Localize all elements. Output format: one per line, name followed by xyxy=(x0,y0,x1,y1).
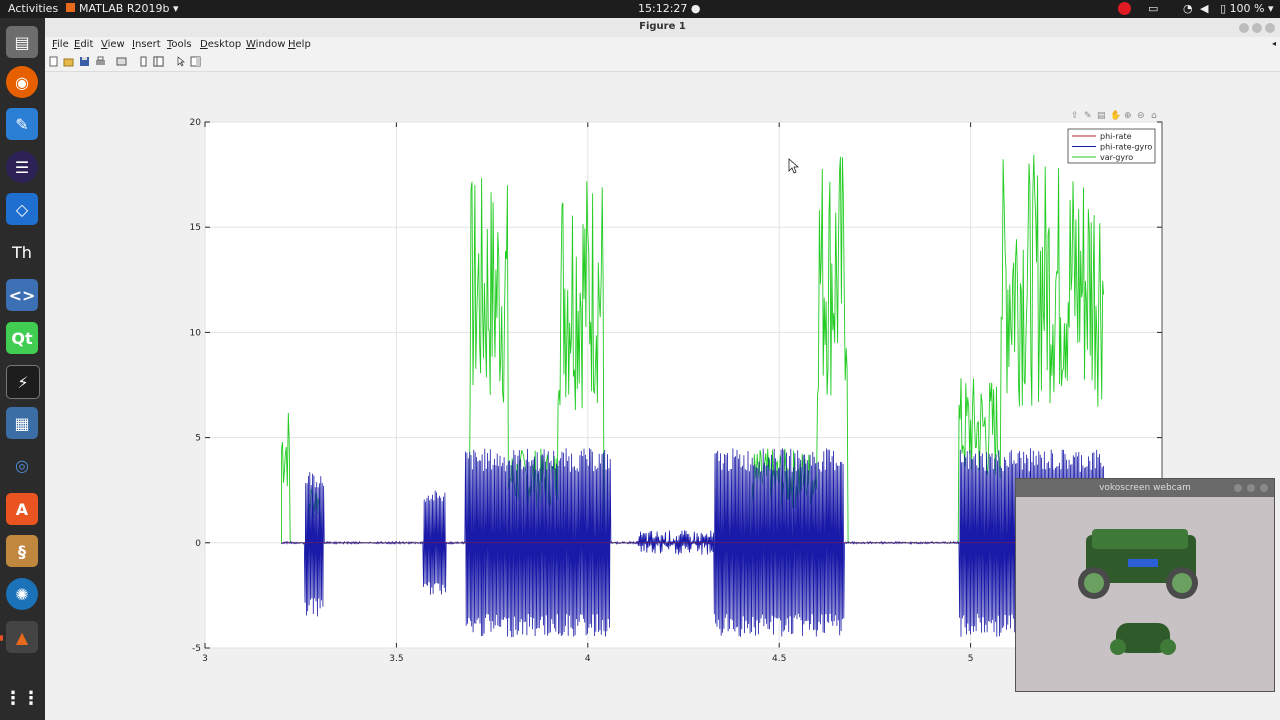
legend-label: var-gyro xyxy=(1100,153,1133,162)
files-icon[interactable]: ▤ xyxy=(6,26,38,58)
print-icon[interactable] xyxy=(95,56,106,67)
menu-edit[interactable]: Edit xyxy=(74,39,93,50)
dock-arrow-icon[interactable]: ◂ xyxy=(1272,39,1276,48)
firefox-icon[interactable]: ◉ xyxy=(6,66,38,98)
record-icon[interactable] xyxy=(1118,2,1131,18)
legend[interactable]: phi-rate phi-rate-gyrovar-gyro xyxy=(1067,128,1156,164)
webcam-window[interactable]: vokoscreen webcam xyxy=(1015,478,1275,692)
x-tick-label: 3.5 xyxy=(389,654,403,664)
close-button[interactable] xyxy=(1265,23,1275,33)
y-tick-label: -5 xyxy=(192,644,201,654)
pointer-icon[interactable] xyxy=(175,56,186,67)
new-figure-icon[interactable] xyxy=(48,56,59,67)
blender-icon[interactable]: ◎ xyxy=(6,449,38,481)
datatip-icon[interactable]: ▤ xyxy=(1097,111,1106,121)
qt-creator-icon[interactable]: Qt xyxy=(6,322,38,354)
clock[interactable]: 15:12:27 ● xyxy=(638,2,701,15)
hide-plot-tools-icon[interactable] xyxy=(138,56,149,67)
system-topbar: Activities MATLAB R2019b ▾ 15:12:27 ● ▭ … xyxy=(0,0,1280,18)
vscode-icon[interactable]: ◇ xyxy=(6,193,38,225)
webcam-feed xyxy=(1016,497,1274,691)
menu-view[interactable]: View xyxy=(101,39,125,50)
link-plot-icon[interactable] xyxy=(116,56,127,67)
legend-label: phi-rate xyxy=(1100,132,1132,141)
window-titlebar[interactable]: Figure 1 xyxy=(45,18,1280,38)
application-dock: ▤ ◉ ✎ ☰ ◇ Th <> Qt ⚡ ▦ ◎ A § ✺ ▲ ⋮⋮ xyxy=(0,18,45,720)
export-icon[interactable]: ⇪ xyxy=(1071,111,1079,121)
y-tick-label: 15 xyxy=(190,223,201,233)
menu-desktop[interactable]: Desktop xyxy=(200,39,241,50)
menu-window[interactable]: Window xyxy=(246,39,285,50)
app-menu[interactable]: MATLAB R2019b ▾ xyxy=(66,2,178,15)
zoom-out-icon[interactable]: ⊖ xyxy=(1137,111,1145,121)
activities-button[interactable]: Activities xyxy=(8,2,58,15)
y-tick-label: 0 xyxy=(195,539,201,549)
software-center-icon[interactable]: A xyxy=(6,493,38,525)
app-name: MATLAB R2019b xyxy=(79,2,170,15)
menu-help[interactable]: Help xyxy=(288,39,311,50)
webcam-close-button[interactable] xyxy=(1260,484,1268,492)
property-inspector-icon[interactable] xyxy=(190,56,201,67)
maximize-button[interactable] xyxy=(1252,23,1262,33)
home-icon[interactable]: ⌂ xyxy=(1151,111,1157,121)
thonny-icon[interactable]: Th xyxy=(6,236,38,268)
keyboard-icon[interactable]: ▭ xyxy=(1148,2,1158,15)
window-title: Figure 1 xyxy=(639,21,686,32)
battery-indicator[interactable]: ▯ 100 % ▾ xyxy=(1220,2,1274,15)
text-editor-icon[interactable]: ✎ xyxy=(6,108,38,140)
active-app-indicator xyxy=(0,635,3,641)
x-tick-label: 5 xyxy=(968,654,974,664)
y-tick-label: 20 xyxy=(190,118,202,128)
x-tick-label: 4.5 xyxy=(772,654,786,664)
y-tick-label: 5 xyxy=(195,434,201,444)
open-icon[interactable] xyxy=(63,56,74,67)
scroll-icon[interactable]: § xyxy=(6,535,38,567)
save-icon[interactable] xyxy=(79,56,90,67)
wifi-icon[interactable]: ◔ xyxy=(1183,2,1193,15)
eclipse-icon[interactable]: ☰ xyxy=(6,151,38,183)
show-plot-tools-icon[interactable] xyxy=(153,56,164,67)
volume-icon[interactable]: ◀ xyxy=(1200,2,1208,15)
x-tick-label: 4 xyxy=(585,654,591,664)
menu-file[interactable]: File xyxy=(52,39,69,50)
axes-toolbar: ⇪ ✎ ▤ ✋ ⊕ ⊖ ⌂ xyxy=(1071,109,1157,121)
zoom-in-icon[interactable]: ⊕ xyxy=(1124,111,1132,121)
menu-bar: File Edit View Insert Tools Desktop Wind… xyxy=(45,37,1280,53)
robot-car-image xyxy=(1078,529,1198,655)
app-grid-icon[interactable]: ⋮⋮ xyxy=(4,682,40,714)
menu-tools[interactable]: Tools xyxy=(167,39,192,50)
menu-insert[interactable]: Insert xyxy=(132,39,161,50)
matlab-icon[interactable]: ▲ xyxy=(6,621,38,653)
matlab-small-icon xyxy=(66,3,75,12)
x-tick-label: 3 xyxy=(202,654,208,664)
aperture-icon[interactable]: ✺ xyxy=(6,578,38,610)
minimize-button[interactable] xyxy=(1239,23,1249,33)
code-editor-icon[interactable]: <> xyxy=(6,279,38,311)
brush-icon[interactable]: ✎ xyxy=(1084,111,1092,121)
y-tick-label: 10 xyxy=(190,328,202,338)
network-icon[interactable]: ▦ xyxy=(6,407,38,439)
pan-icon[interactable]: ✋ xyxy=(1110,109,1121,121)
system-monitor-icon[interactable]: ⚡ xyxy=(6,365,40,399)
figure-toolbar xyxy=(45,53,1280,72)
legend-label: phi-rate-gyro xyxy=(1100,143,1152,152)
webcam-minimize-button[interactable] xyxy=(1234,484,1242,492)
webcam-maximize-button[interactable] xyxy=(1247,484,1255,492)
